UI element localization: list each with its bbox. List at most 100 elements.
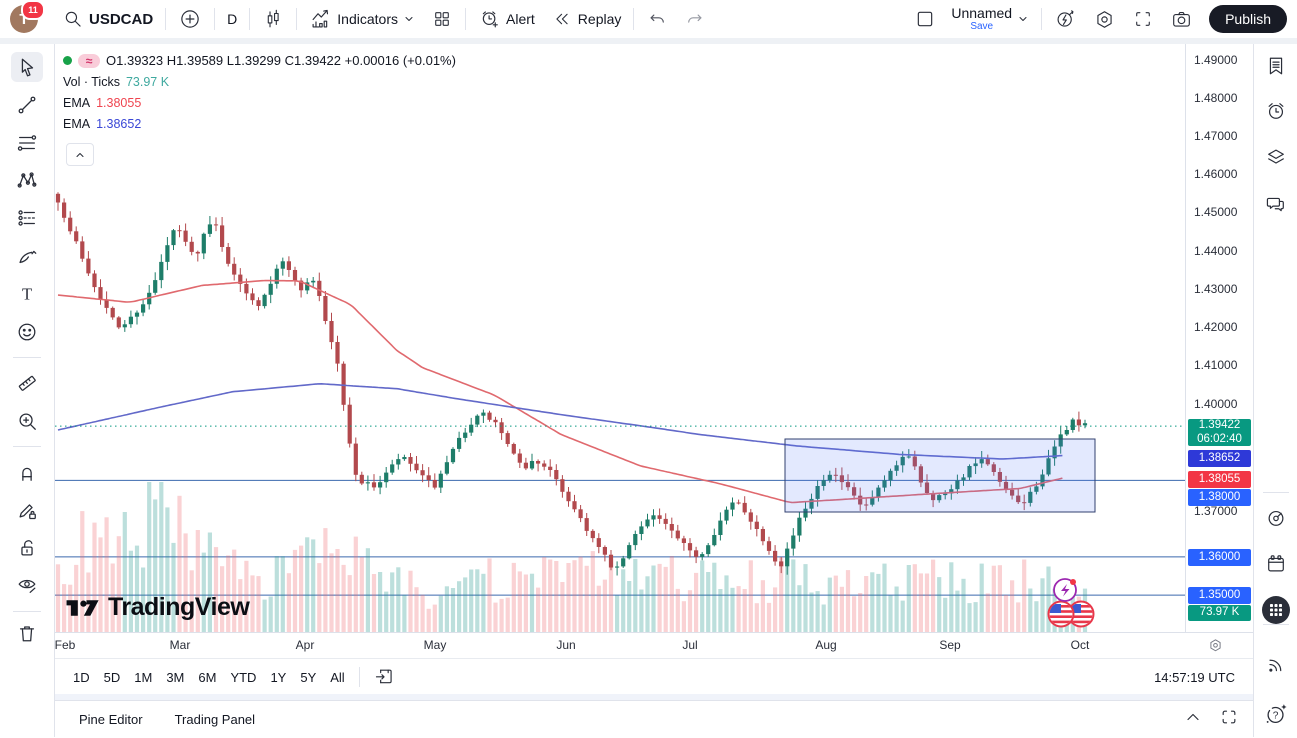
range-button-1d[interactable]: 1D bbox=[67, 665, 96, 689]
emoji-tool[interactable] bbox=[11, 317, 43, 347]
axis-settings-button[interactable] bbox=[1207, 637, 1224, 659]
range-button-3m[interactable]: 3M bbox=[160, 665, 190, 689]
go-to-date-button[interactable] bbox=[368, 665, 400, 689]
interval-button[interactable]: D bbox=[219, 4, 245, 34]
undo-button[interactable] bbox=[638, 4, 676, 34]
month-tick: Apr bbox=[296, 638, 315, 652]
delayed-data-icon: ≈ bbox=[78, 54, 100, 68]
range-button-1y[interactable]: 1Y bbox=[264, 665, 292, 689]
plus-circle-icon bbox=[178, 7, 202, 31]
layout-templates-button[interactable] bbox=[423, 4, 461, 34]
search-icon bbox=[62, 8, 84, 30]
eye-icon bbox=[16, 574, 38, 596]
grid-layout-icon bbox=[431, 8, 453, 30]
svg-text:T: T bbox=[22, 285, 32, 304]
trash-icon bbox=[16, 622, 38, 644]
fullscreen-button[interactable] bbox=[1124, 4, 1162, 34]
screener-button[interactable] bbox=[1261, 503, 1291, 533]
chart-style-button[interactable] bbox=[254, 4, 292, 34]
cursor-icon bbox=[16, 56, 38, 78]
price-tick: 1.40000 bbox=[1194, 397, 1237, 411]
drawing-mode-lock-tool[interactable] bbox=[11, 495, 43, 525]
hide-drawings-tool[interactable] bbox=[11, 570, 43, 600]
ruler-icon bbox=[16, 372, 38, 394]
layout-name-button[interactable]: Unnamed Save bbox=[943, 4, 1037, 34]
measure-tool[interactable] bbox=[11, 368, 43, 398]
trend-line-icon bbox=[16, 94, 38, 116]
chart-canvas[interactable]: TradingView ≈ O1.39323 H1.39589 L1.39299… bbox=[55, 44, 1185, 632]
news-feed-button[interactable] bbox=[1261, 650, 1291, 680]
tab-pine-editor[interactable]: Pine Editor bbox=[71, 706, 151, 733]
rectangle-drawing[interactable] bbox=[785, 439, 1095, 512]
panel-maximize-button[interactable] bbox=[1219, 707, 1239, 732]
calendar-icon bbox=[1264, 552, 1288, 576]
range-button-ytd[interactable]: YTD bbox=[224, 665, 262, 689]
month-tick: Feb bbox=[55, 638, 76, 652]
quick-search-button[interactable] bbox=[1046, 4, 1085, 34]
range-button-5y[interactable]: 5Y bbox=[294, 665, 322, 689]
panel-expand-button[interactable] bbox=[1183, 707, 1203, 732]
range-button-all[interactable]: All bbox=[324, 665, 350, 689]
watchlist-button[interactable] bbox=[1261, 51, 1291, 81]
publish-button[interactable]: Publish bbox=[1209, 5, 1287, 33]
clock-utc[interactable]: 14:57:19 UTC bbox=[1154, 670, 1235, 685]
alerts-panel-button[interactable] bbox=[1261, 96, 1291, 126]
range-button-5d[interactable]: 5D bbox=[98, 665, 127, 689]
legend-ema1-row: EMA 1.38055 bbox=[63, 92, 456, 113]
text-tool[interactable]: T bbox=[11, 279, 43, 309]
brush-icon bbox=[16, 245, 38, 267]
volume-label: Vol · Ticks bbox=[63, 75, 120, 89]
range-button-6m[interactable]: 6M bbox=[192, 665, 222, 689]
redo-button[interactable] bbox=[676, 4, 714, 34]
legend-collapse-button[interactable] bbox=[66, 143, 94, 166]
month-tick: May bbox=[424, 638, 447, 652]
projection-tool[interactable] bbox=[11, 203, 43, 233]
notification-badge: 11 bbox=[21, 0, 45, 20]
month-tick: Jun bbox=[556, 638, 575, 652]
object-tree-button[interactable] bbox=[1261, 142, 1291, 172]
cursor-tool[interactable] bbox=[11, 52, 43, 82]
month-tick: Mar bbox=[170, 638, 191, 652]
ema1-label: EMA bbox=[63, 96, 90, 110]
help-button[interactable]: ? bbox=[1261, 699, 1291, 729]
chevron-down-icon bbox=[403, 13, 415, 25]
replay-button[interactable]: Replay bbox=[543, 4, 630, 34]
user-avatar[interactable]: T 11 bbox=[10, 5, 38, 33]
remove-drawings-tool[interactable] bbox=[11, 618, 43, 648]
apps-menu-button[interactable] bbox=[1261, 595, 1291, 625]
price-tick: 1.47000 bbox=[1194, 129, 1237, 143]
fib-retracement-tool[interactable] bbox=[11, 128, 43, 158]
trend-line-tool[interactable] bbox=[11, 90, 43, 120]
zoom-in-tool[interactable] bbox=[11, 406, 43, 436]
price-axis[interactable]: 1.490001.480001.470001.460001.450001.440… bbox=[1185, 44, 1254, 632]
maximize-icon bbox=[1219, 707, 1239, 727]
settings-button[interactable] bbox=[1085, 4, 1124, 34]
price-tick: 1.42000 bbox=[1194, 320, 1237, 334]
select-layout-button[interactable] bbox=[907, 4, 943, 34]
chat-button[interactable] bbox=[1261, 189, 1291, 219]
text-icon: T bbox=[16, 283, 38, 305]
lock-all-drawings-tool[interactable] bbox=[11, 533, 43, 563]
brush-tool[interactable] bbox=[11, 241, 43, 271]
chevron-up-icon bbox=[74, 149, 86, 161]
time-axis[interactable]: FebMarAprMayJunJulAugSepOct bbox=[55, 632, 1253, 659]
projection-icon bbox=[16, 207, 38, 229]
symbol-search-button[interactable]: USDCAD bbox=[54, 4, 161, 34]
indicators-button[interactable]: Indicators bbox=[301, 4, 423, 34]
layout-name: Unnamed bbox=[951, 6, 1012, 20]
market-open-icon bbox=[63, 56, 72, 65]
price-tick: 1.48000 bbox=[1194, 91, 1237, 105]
month-tick: Sep bbox=[939, 638, 960, 652]
pattern-tool[interactable] bbox=[11, 165, 43, 195]
tab-trading-panel[interactable]: Trading Panel bbox=[167, 706, 263, 733]
ohlc-low: 1.39299 bbox=[234, 53, 281, 68]
camera-icon bbox=[1170, 8, 1193, 31]
alert-button[interactable]: Alert bbox=[470, 4, 543, 34]
screenshot-button[interactable] bbox=[1162, 4, 1201, 34]
range-button-1m[interactable]: 1M bbox=[128, 665, 158, 689]
magnet-tool[interactable] bbox=[11, 457, 43, 487]
legend-volume-row: Vol · Ticks 73.97 K bbox=[63, 71, 456, 92]
calendar-button[interactable] bbox=[1261, 549, 1291, 579]
svg-text:?: ? bbox=[1273, 711, 1279, 722]
compare-add-button[interactable] bbox=[170, 4, 210, 34]
